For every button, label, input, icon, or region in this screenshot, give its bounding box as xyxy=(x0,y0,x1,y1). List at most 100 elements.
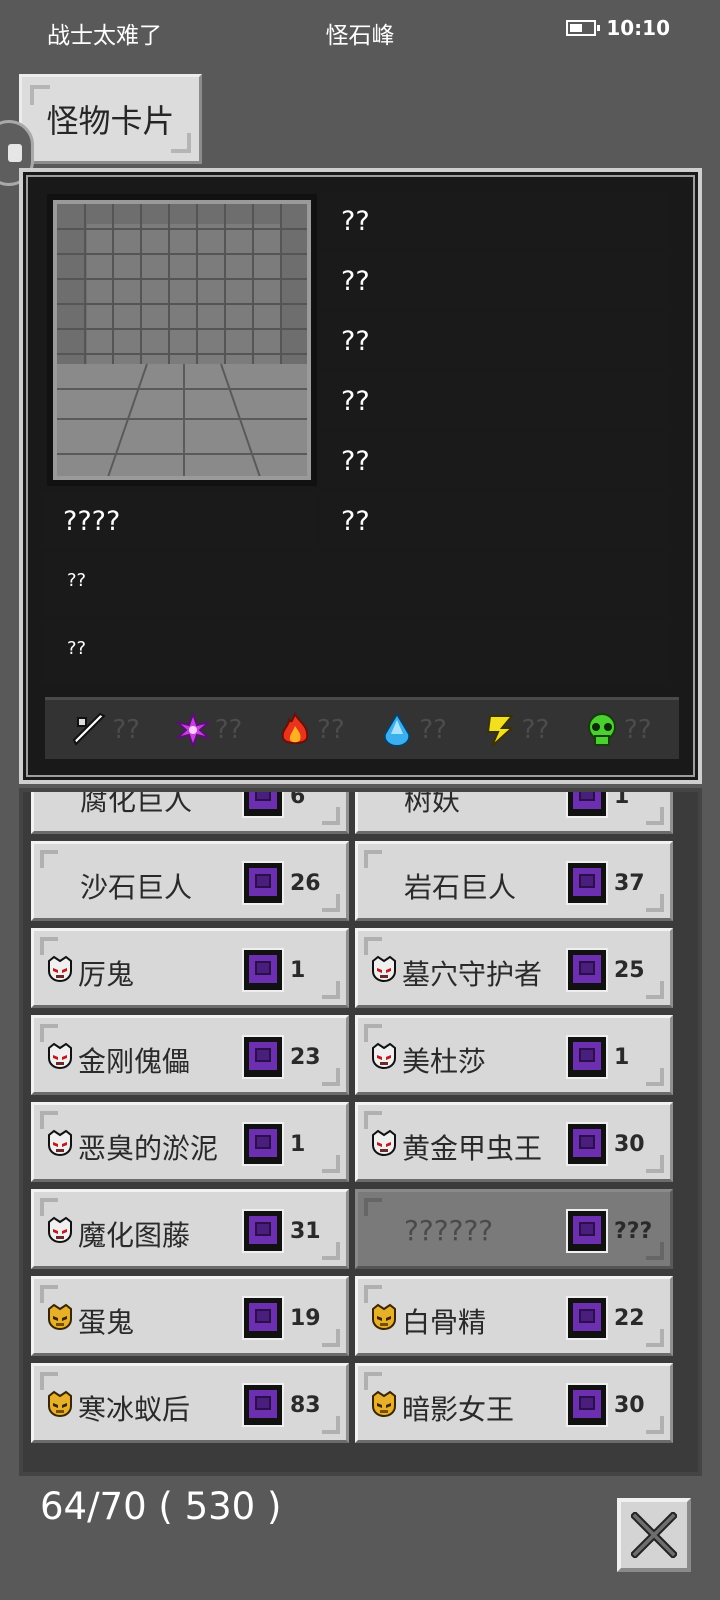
elite-rank-icon xyxy=(46,1042,74,1070)
monster-name-label: 黄金甲虫王 xyxy=(402,1132,543,1165)
card-book-icon xyxy=(244,1124,282,1164)
monster-cards-tab[interactable]: 怪物卡片 xyxy=(19,74,202,164)
card-count: 30 xyxy=(614,1393,645,1418)
monster-name-label: 岩石巨人 xyxy=(404,871,517,904)
monster-list-item[interactable]: 沙石巨人 26 xyxy=(31,841,349,921)
close-button[interactable] xyxy=(617,1498,691,1572)
boss-rank-icon xyxy=(370,1303,398,1331)
card-book-icon xyxy=(244,792,282,816)
card-book-icon xyxy=(568,1298,606,1338)
monster-name-label: 蛋鬼 xyxy=(78,1306,135,1339)
monster-name-label: 美杜莎 xyxy=(402,1045,487,1078)
card-book-icon xyxy=(568,950,606,990)
element-fire: ?? xyxy=(277,711,345,748)
card-count: 83 xyxy=(290,1393,321,1418)
monster-list-item[interactable]: 白骨精 22 xyxy=(355,1276,673,1356)
description-line-2: ?? xyxy=(43,620,668,684)
monster-name-label: 恶臭的淤泥 xyxy=(78,1132,219,1165)
element-lightning: ?? xyxy=(482,712,549,748)
element-poison: ?? xyxy=(584,712,652,748)
boss-rank-icon xyxy=(46,1390,74,1418)
monster-list-item[interactable]: 暗影女王 30 xyxy=(355,1363,673,1443)
card-count: 19 xyxy=(290,1306,321,1331)
card-count: 1 xyxy=(614,788,630,809)
clock: 10:10 xyxy=(606,16,670,40)
stat-6: ?? xyxy=(321,492,668,548)
monster-name-label: 金刚傀儡 xyxy=(78,1045,191,1078)
water-icon xyxy=(384,711,411,747)
monster-list-item[interactable]: 厉鬼 1 xyxy=(31,928,349,1008)
description-line-1: ?? xyxy=(43,552,668,616)
monster-name-label: ?????? xyxy=(404,1214,494,1247)
lightning-icon xyxy=(486,714,515,747)
element-water: ?? xyxy=(379,711,447,748)
boss-rank-icon xyxy=(46,1303,74,1331)
card-count: ??? xyxy=(614,1219,653,1244)
card-count: 31 xyxy=(290,1219,321,1244)
arcane-icon xyxy=(176,711,210,748)
stat-2: ?? xyxy=(321,252,668,308)
monster-list-item[interactable]: 美杜莎 1 xyxy=(355,1015,673,1095)
card-count: 37 xyxy=(614,871,645,896)
card-book-icon xyxy=(568,1211,606,1251)
card-book-icon xyxy=(244,1385,282,1425)
stat-4: ?? xyxy=(321,372,668,428)
monster-name-label: 白骨精 xyxy=(402,1306,487,1339)
collection-progress: 64/70 ( 530 ) xyxy=(40,1485,282,1528)
card-count: 26 xyxy=(290,871,321,896)
card-count: 1 xyxy=(290,1132,306,1157)
card-book-icon xyxy=(568,1385,606,1425)
monster-card-panel: ?? ?? ?? ?? ?? ???? ?? ?? ?? ?? ?? ?? ??… xyxy=(19,168,702,784)
element-physical: ?? xyxy=(72,712,140,748)
boss-rank-icon xyxy=(370,1390,398,1418)
monster-list-item[interactable]: 蛋鬼 19 xyxy=(31,1276,349,1356)
elite-rank-icon xyxy=(46,1129,74,1157)
monster-portrait xyxy=(47,194,317,486)
monster-list-item[interactable]: 岩石巨人 37 xyxy=(355,841,673,921)
stat-5: ?? xyxy=(321,432,668,488)
card-count: 6 xyxy=(290,788,306,809)
status-bar: 战士太难了 怪石峰 10:10 xyxy=(0,0,720,58)
monster-name-label: 腐化巨人 xyxy=(80,788,193,817)
elite-rank-icon xyxy=(46,1216,74,1244)
monster-list-item[interactable]: ????????? xyxy=(355,1189,673,1269)
card-book-icon xyxy=(244,863,282,903)
monster-list-item[interactable]: 恶臭的淤泥 1 xyxy=(31,1102,349,1182)
card-book-icon xyxy=(568,792,606,816)
monster-name-label: 寒冰蚁后 xyxy=(78,1393,191,1426)
physical-icon xyxy=(73,712,107,746)
monster-list-item[interactable]: 黄金甲虫王 30 xyxy=(355,1102,673,1182)
elite-rank-icon xyxy=(46,955,74,983)
element-resistances: ?? ?? ?? ?? ?? ?? xyxy=(45,697,679,759)
card-count: 22 xyxy=(614,1306,645,1331)
monster-name-label: 树妖 xyxy=(404,788,461,817)
tab-label: 怪物卡片 xyxy=(46,102,175,140)
monster-list-item[interactable]: 树妖 1 xyxy=(355,788,673,834)
monster-list-item[interactable]: 寒冰蚁后 83 xyxy=(31,1363,349,1443)
stat-1: ?? xyxy=(321,192,668,248)
monster-name-label: 沙石巨人 xyxy=(80,871,193,904)
elite-rank-icon xyxy=(370,1129,398,1157)
card-count: 30 xyxy=(614,1132,645,1157)
monster-name-label: 厉鬼 xyxy=(78,958,135,991)
card-book-icon xyxy=(244,1211,282,1251)
card-count: 1 xyxy=(290,958,306,983)
monster-name: ???? xyxy=(43,492,315,548)
element-arcane: ?? xyxy=(175,711,242,748)
monster-list-item[interactable]: 腐化巨人 6 xyxy=(31,788,349,834)
monster-name-label: 墓穴守护者 xyxy=(402,958,543,991)
card-count: 25 xyxy=(614,958,645,983)
monster-list-item[interactable]: 墓穴守护者 25 xyxy=(355,928,673,1008)
card-book-icon xyxy=(244,1037,282,1077)
monster-list-item[interactable]: 魔化图藤 31 xyxy=(31,1189,349,1269)
card-book-icon xyxy=(244,1298,282,1338)
status-right: 10:10 xyxy=(566,16,670,40)
monster-list-item[interactable]: 金刚傀儡 23 xyxy=(31,1015,349,1095)
card-book-icon xyxy=(568,1124,606,1164)
dungeon-room-image xyxy=(57,204,307,476)
card-count: 1 xyxy=(614,1045,630,1070)
monster-list[interactable]: 腐化巨人 6 树妖 1 沙石巨人 26 岩石巨人 37 厉鬼 1 墓穴守护者 25 金刚傀儡 23 美杜莎 1… xyxy=(19,788,702,1476)
poison-skull-icon xyxy=(588,712,616,746)
battery-icon xyxy=(566,20,601,36)
elite-rank-icon xyxy=(370,1042,398,1070)
